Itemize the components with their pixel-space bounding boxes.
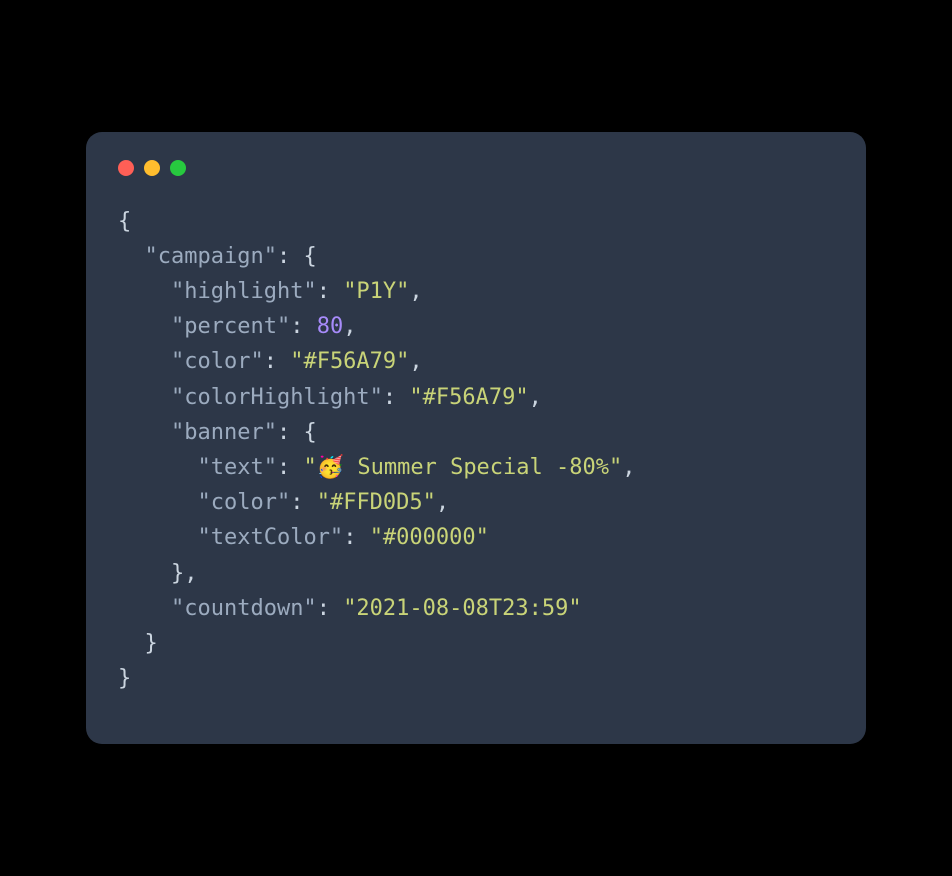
code-token: }, [171, 561, 198, 586]
code-token [118, 561, 171, 586]
close-icon[interactable] [118, 160, 134, 176]
code-token: , [622, 455, 635, 480]
maximize-icon[interactable] [170, 160, 186, 176]
code-string: "2021-08-08T23:59" [343, 596, 581, 621]
code-string: "P1Y" [343, 279, 409, 304]
code-token: , [409, 279, 422, 304]
code-key: "colorHighlight" [171, 385, 383, 410]
code-token [118, 279, 171, 304]
code-string: "#F56A79" [290, 349, 409, 374]
code-token [118, 244, 145, 269]
code-key: "color" [171, 349, 264, 374]
code-key: "color" [197, 490, 290, 515]
code-window: { "campaign": { "highlight": "P1Y", "per… [86, 132, 866, 745]
code-number: 80 [317, 314, 344, 339]
code-token: : [317, 596, 344, 621]
code-token [118, 490, 197, 515]
minimize-icon[interactable] [144, 160, 160, 176]
code-string: "🥳 Summer Special -80%" [303, 455, 622, 480]
code-token: : [277, 455, 304, 480]
code-token [118, 596, 171, 621]
code-token [118, 631, 145, 656]
code-string: "#F56A79" [409, 385, 528, 410]
code-token: , [436, 490, 449, 515]
code-token: : [383, 385, 410, 410]
code-token: } [145, 631, 158, 656]
code-string: "#FFD0D5" [317, 490, 436, 515]
code-key: "percent" [171, 314, 290, 339]
code-token: : [317, 279, 344, 304]
code-token: } [118, 666, 131, 691]
code-token: : [264, 349, 291, 374]
code-token: { [118, 209, 131, 234]
code-key: "highlight" [171, 279, 317, 304]
window-titlebar [118, 160, 834, 176]
code-token [118, 314, 171, 339]
code-key: "text" [197, 455, 276, 480]
code-block: { "campaign": { "highlight": "P1Y", "per… [118, 204, 834, 697]
code-key: "campaign" [145, 244, 277, 269]
code-token: , [529, 385, 542, 410]
code-token [118, 420, 171, 445]
code-token: : [343, 525, 370, 550]
code-token [118, 385, 171, 410]
code-token [118, 349, 171, 374]
code-token: : [290, 490, 317, 515]
code-token [118, 525, 197, 550]
code-key: "countdown" [171, 596, 317, 621]
code-token: : { [277, 244, 317, 269]
code-key: "textColor" [197, 525, 343, 550]
code-token: , [409, 349, 422, 374]
code-key: "banner" [171, 420, 277, 445]
code-token: , [343, 314, 356, 339]
code-string: "#000000" [370, 525, 489, 550]
code-token [118, 455, 197, 480]
code-token: : { [277, 420, 317, 445]
code-token: : [290, 314, 317, 339]
